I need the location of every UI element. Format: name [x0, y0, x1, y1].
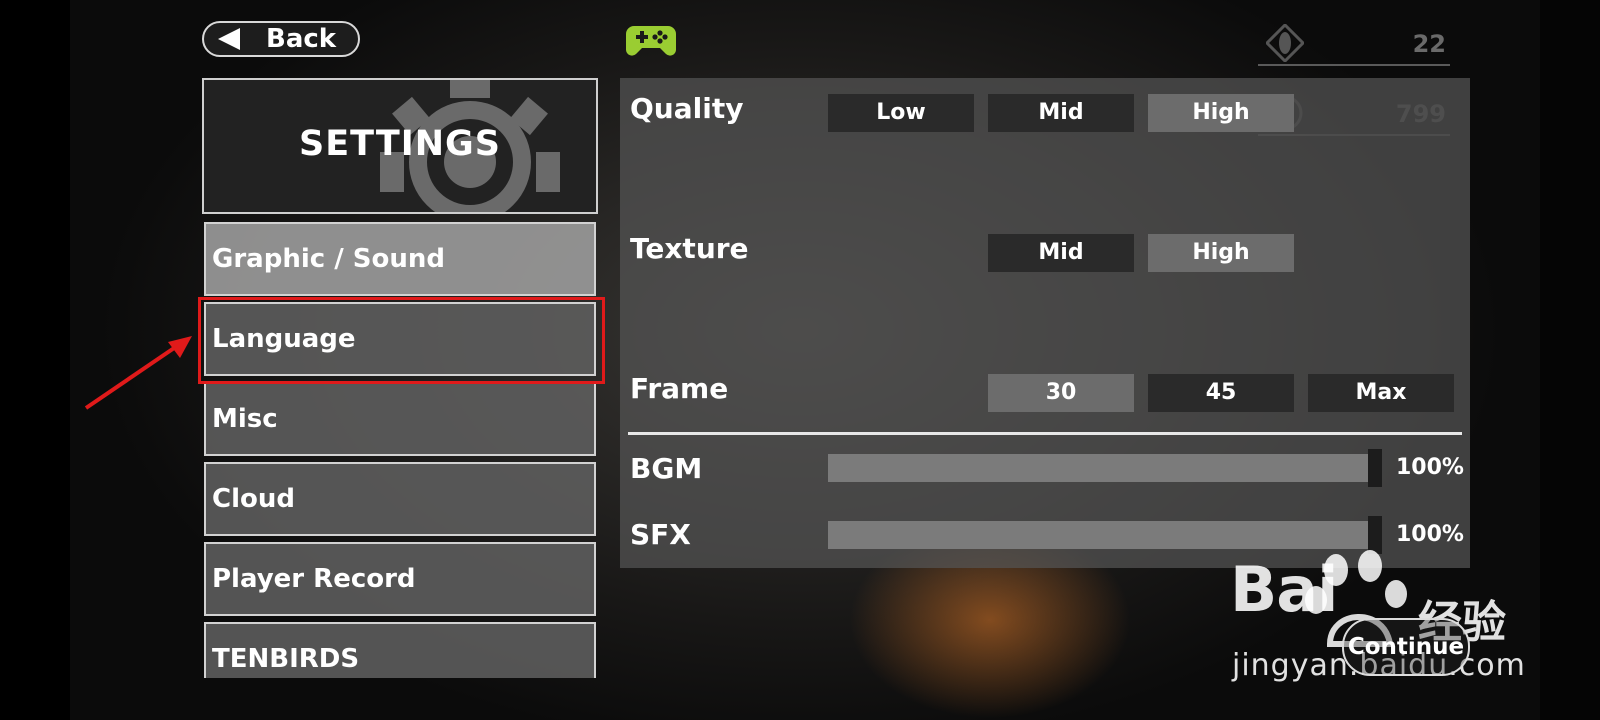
texture-label: Texture [630, 232, 749, 265]
texture-high-button[interactable]: High [1148, 234, 1294, 272]
bgm-slider[interactable] [828, 454, 1382, 482]
section-divider [628, 432, 1462, 435]
crystal-count: 22 [1412, 30, 1446, 58]
sidebar-item-misc[interactable]: Misc [204, 382, 596, 456]
continue-button[interactable]: Continue [1342, 618, 1470, 676]
bgm-label: BGM [630, 452, 703, 485]
sfx-slider[interactable] [828, 521, 1382, 549]
bgm-slider-handle[interactable] [1368, 449, 1382, 487]
frame-max-button[interactable]: Max [1308, 374, 1454, 412]
back-button[interactable]: Back [202, 21, 360, 57]
sidebar-item-cloud[interactable]: Cloud [204, 462, 596, 536]
highlight-box [198, 297, 605, 384]
quality-label: Quality [630, 92, 744, 125]
crystal-icon [1266, 24, 1304, 62]
sidebar-item-tenbirds[interactable]: TENBIRDS [204, 622, 596, 678]
settings-title-box: SETTINGS [202, 78, 598, 214]
settings-panel: Quality Low Mid High Texture Mid High Fr… [620, 78, 1470, 568]
pointer-arrow-icon [84, 336, 192, 410]
texture-mid-button[interactable]: Mid [988, 234, 1134, 272]
bgm-value: 100% [1396, 455, 1464, 480]
right-letterbox [1540, 0, 1600, 720]
sidebar-item-graphic-sound[interactable]: Graphic / Sound [204, 222, 596, 296]
quality-low-button[interactable]: Low [828, 94, 974, 132]
frame-30-button[interactable]: 30 [988, 374, 1134, 412]
back-label: Back [266, 24, 337, 54]
sfx-value: 100% [1396, 522, 1464, 547]
quality-high-button[interactable]: High [1148, 94, 1294, 132]
frame-45-button[interactable]: 45 [1148, 374, 1294, 412]
frame-label: Frame [630, 372, 729, 405]
gamepad-icon[interactable] [626, 22, 676, 58]
quality-mid-button[interactable]: Mid [988, 94, 1134, 132]
page-title: SETTINGS [299, 124, 501, 164]
back-arrow-icon [218, 28, 240, 50]
left-letterbox [0, 0, 70, 720]
sfx-label: SFX [630, 518, 691, 551]
sidebar-item-player-record[interactable]: Player Record [204, 542, 596, 616]
crystal-counter: 22 [1258, 22, 1450, 66]
